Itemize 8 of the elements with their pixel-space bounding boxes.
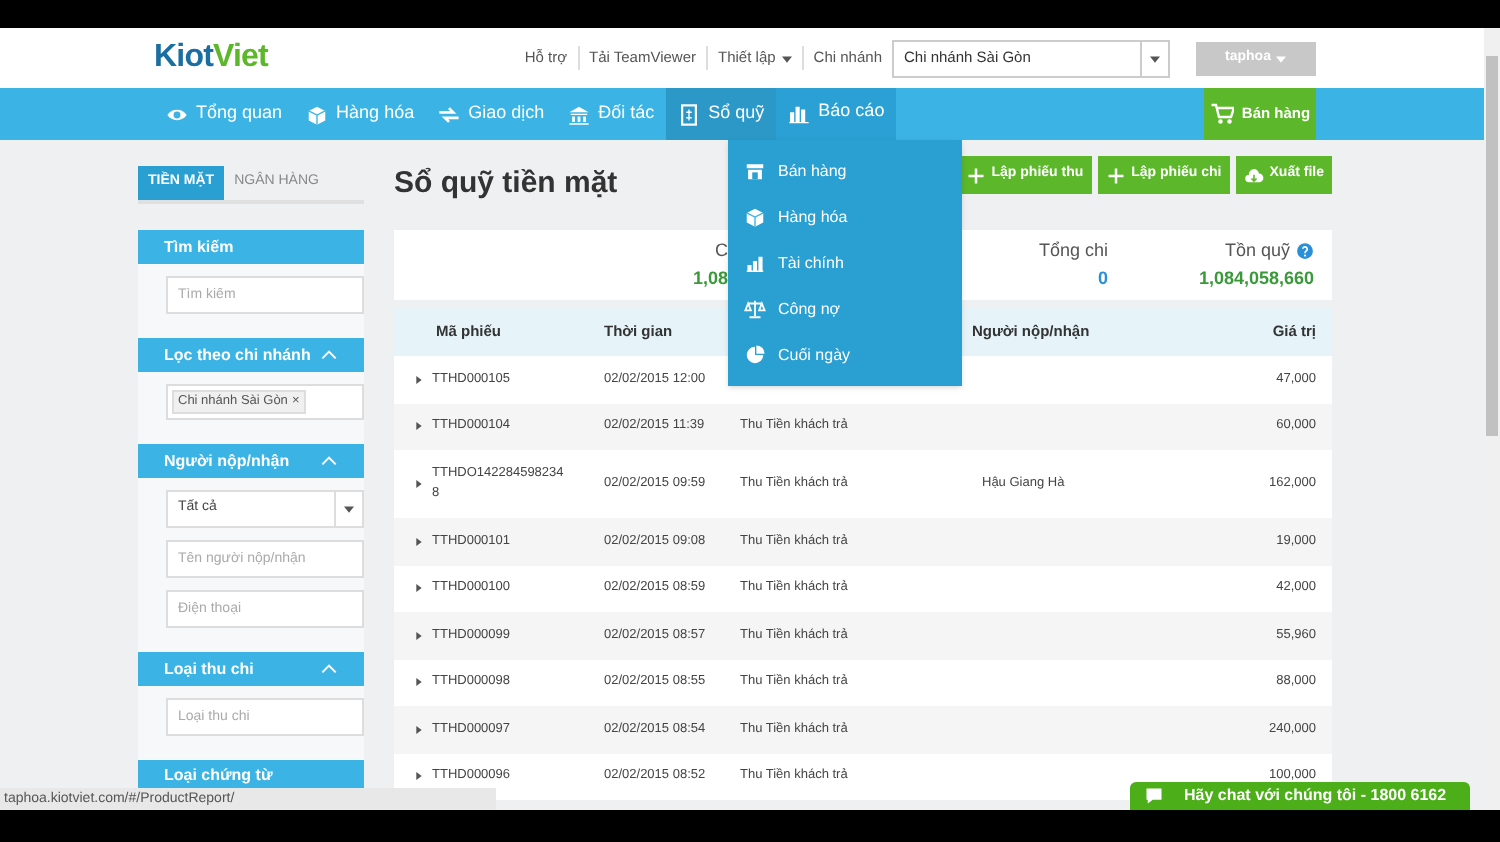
summary-value: 0 [1097,265,1108,291]
summary-label: C [715,238,728,264]
page-title: Sổ quỹ tiền mặt [394,164,618,204]
summary-value: 1,084,058,660 [1198,265,1314,291]
summary-label: Tồn quỹ [1224,238,1290,264]
kiotviet-logo: KiotViet [154,38,268,78]
summary-label: Tổng chi [1038,238,1108,264]
summary-value: 1,08 [692,265,728,291]
